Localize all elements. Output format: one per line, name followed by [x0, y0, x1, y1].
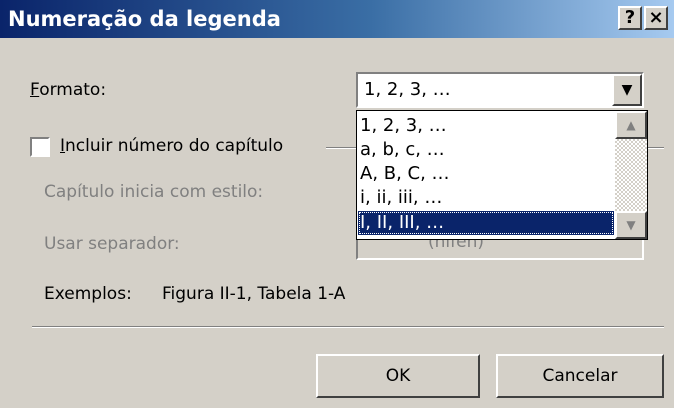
format-label: Formato: [30, 80, 107, 100]
dialog-title: Numeração da legenda [8, 7, 281, 31]
cancel-button[interactable]: Cancelar [496, 354, 664, 398]
ok-button[interactable]: OK [316, 354, 480, 398]
help-button[interactable]: ? [618, 6, 642, 30]
bottom-separator [32, 326, 664, 328]
close-button[interactable]: × [644, 6, 668, 30]
group-separator [326, 147, 356, 149]
format-combobox[interactable]: 1, 2, 3, … ▼ [356, 72, 644, 108]
chapter-style-label: Capítulo inicia com estilo: [44, 182, 264, 202]
separator-label: Usar separador: [44, 234, 180, 254]
chevron-down-icon[interactable]: ▼ [612, 74, 642, 106]
include-chapter-label[interactable]: Incluir número do capítulo [60, 136, 283, 156]
scroll-up-icon[interactable]: ▲ [615, 111, 647, 139]
dropdown-scrollbar[interactable]: ▲ ▼ [615, 111, 647, 239]
format-option[interactable]: A, B, C, … [358, 162, 614, 186]
format-option[interactable]: i, ii, iii, … [358, 186, 614, 210]
title-bar[interactable]: Numeração da legenda ? × [0, 0, 674, 38]
examples-label: Exemplos: [44, 284, 132, 304]
format-option-selected[interactable]: I, II, III, … [358, 211, 614, 235]
caption-numbering-dialog: Numeração da legenda ? × Formato: 1, 2, … [0, 0, 674, 408]
scroll-down-icon[interactable]: ▼ [615, 211, 647, 239]
format-dropdown-list[interactable]: 1, 2, 3, … a, b, c, … A, B, C, … i, ii, … [356, 110, 648, 240]
group-separator-right [648, 147, 664, 149]
format-option[interactable]: a, b, c, … [358, 138, 614, 162]
format-option[interactable]: 1, 2, 3, … [358, 114, 614, 138]
include-chapter-checkbox[interactable] [30, 137, 50, 157]
examples-value: Figura II-1, Tabela 1-A [162, 284, 346, 304]
format-value: 1, 2, 3, … [364, 79, 451, 100]
